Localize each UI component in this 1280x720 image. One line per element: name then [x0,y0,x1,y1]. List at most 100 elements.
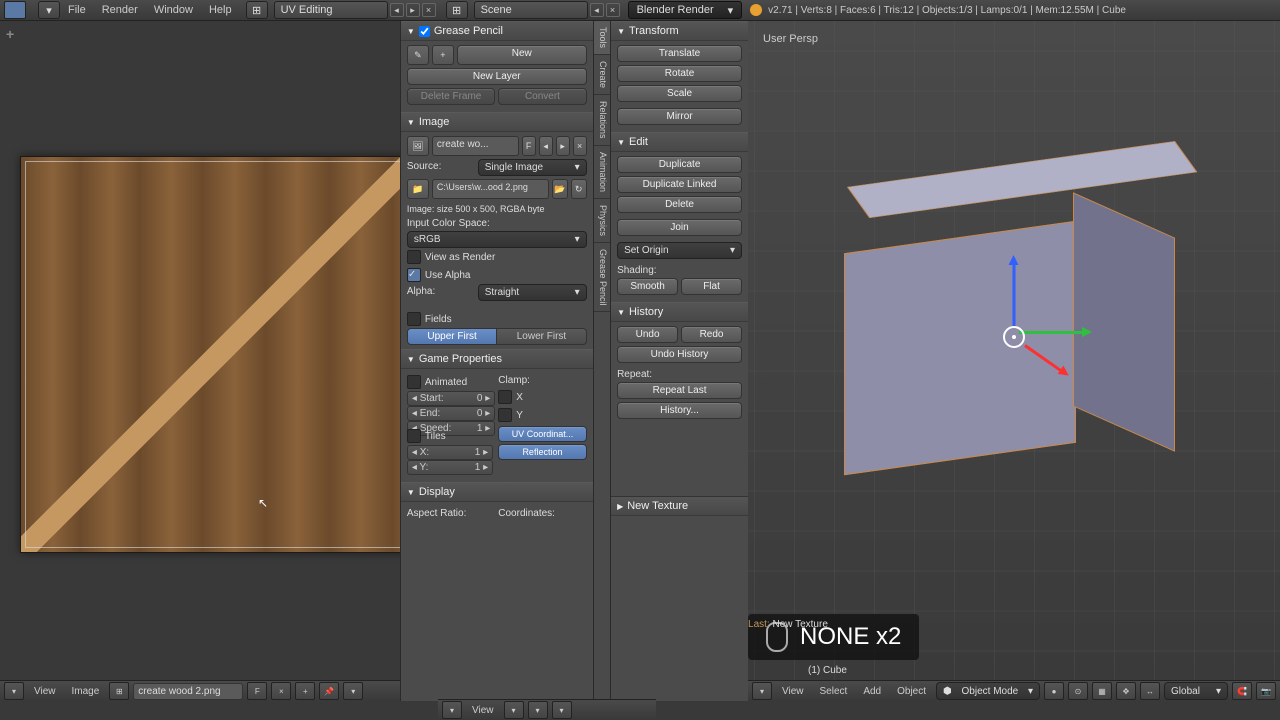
fields-order-toggle[interactable]: Upper FirstLower First [407,328,587,345]
gp-new-layer-button[interactable]: New Layer [407,68,587,85]
menu-window[interactable]: Window [146,4,201,16]
tiles-checkbox[interactable]: Tiles [407,427,493,445]
scene-prev-button[interactable]: ◂ [590,3,604,17]
gp-add-icon[interactable]: + [432,45,454,65]
image-browse-button[interactable]: ⊞ [109,682,129,700]
shading-sphere-icon[interactable]: ● [1044,682,1064,700]
image-f-button[interactable]: F [522,136,536,156]
tab-physics[interactable]: Physics [594,199,610,243]
image-close-button[interactable]: × [573,136,587,156]
layout-close-button[interactable]: × [422,3,436,17]
new-image-button[interactable]: + [295,682,315,700]
animated-checkbox[interactable]: Animated [407,373,495,391]
delete-button[interactable]: Delete [617,196,742,213]
duplicate-button[interactable]: Duplicate [617,156,742,173]
panel-header-image[interactable]: ▼Image [401,112,593,132]
pin-image-button[interactable]: 📌 [319,682,339,700]
layout-browse-button[interactable]: ⊞ [246,1,268,19]
alt-icon3[interactable]: ▾ [552,701,572,719]
redo-button[interactable]: Redo [681,326,742,343]
tab-animation[interactable]: Animation [594,146,610,199]
view3d-alt-icon[interactable]: ▾ [442,701,462,719]
image-name-input[interactable]: create wo... [432,136,519,156]
panel-header-edit[interactable]: ▼Edit [611,132,748,152]
clamp-y-checkbox[interactable]: Y [498,406,586,424]
colorspace-dropdown[interactable]: sRGB▾ [407,231,587,248]
gp-new-button[interactable]: New [457,45,587,65]
render-icon[interactable]: 📷 [1256,682,1276,700]
pivot-icon[interactable]: ⊙ [1068,682,1088,700]
v3d-menu-object[interactable]: Object [891,686,932,697]
tab-create[interactable]: Create [594,55,610,95]
filepath-browse-button[interactable]: 📂 [552,179,568,199]
tab-relations[interactable]: Relations [594,95,610,146]
tab-grease-pencil[interactable]: Grease Pencil [594,243,610,313]
scene-close-button[interactable]: × [606,3,620,17]
undo-history-button[interactable]: Undo History [617,346,742,363]
uv-menu-image[interactable]: Image [66,686,106,697]
panel-header-transform[interactable]: ▼Transform [611,21,748,41]
join-button[interactable]: Join [617,219,742,236]
translate-button[interactable]: Translate [617,45,742,62]
menu-help[interactable]: Help [201,4,240,16]
mirror-button[interactable]: Mirror [617,108,742,125]
gp-draw-icon[interactable]: ✎ [407,45,429,65]
uv-image-viewport[interactable]: + ↖ [0,21,400,680]
uv-editor-type-icon[interactable]: ▾ [4,682,24,700]
set-origin-dropdown[interactable]: Set Origin▾ [617,242,742,259]
panel-header-display[interactable]: ▼Display [401,482,593,502]
alpha-dropdown[interactable]: Straight▾ [478,284,587,301]
scale-button[interactable]: Scale [617,85,742,102]
clamp-x-checkbox[interactable]: X [498,388,586,406]
panel-header-grease-pencil[interactable]: ▼Grease Pencil [401,21,593,41]
undo-button[interactable]: Undo [617,326,678,343]
snap-icon[interactable]: 🧲 [1232,682,1252,700]
manipulator-translate-icon[interactable]: ↔ [1140,682,1160,700]
layout-next-button[interactable]: ▸ [406,3,420,17]
reflection-button[interactable]: Reflection [498,444,586,460]
flat-button[interactable]: Flat [681,278,742,295]
fields-checkbox[interactable]: Fields [407,310,587,328]
alt-icon1[interactable]: ▾ [504,701,524,719]
tab-tools[interactable]: Tools [594,21,610,55]
alt-icon2[interactable]: ▾ [528,701,548,719]
duplicate-linked-button[interactable]: Duplicate Linked [617,176,742,193]
rotate-button[interactable]: Rotate [617,65,742,82]
alt-menu-view[interactable]: View [466,705,500,716]
repeat-last-button[interactable]: Repeat Last [617,382,742,399]
view3d-editor-type-icon[interactable]: ▾ [752,682,772,700]
view-as-render-checkbox[interactable]: View as Render [407,248,587,266]
use-alpha-checkbox[interactable]: ✓Use Alpha [407,266,587,284]
tiles-x-field[interactable]: ◂ X:1 ▸ [407,445,493,460]
history-button[interactable]: History... [617,402,742,419]
image-nav2-button[interactable]: ▸ [556,136,570,156]
v3d-menu-add[interactable]: Add [857,686,887,697]
uv-coord-button[interactable]: UV Coordinat... [498,426,586,442]
viewport-3d[interactable]: User Persp NONE x2 Last: New Texture (1)… [748,21,1280,680]
image-name-field[interactable]: create wood 2.png [133,683,243,700]
v3d-menu-select[interactable]: Select [814,686,854,697]
source-dropdown[interactable]: Single Image▾ [478,159,587,176]
filepath-icon[interactable]: 📁 [407,179,429,199]
anim-start-field[interactable]: ◂ Start:0 ▸ [407,391,495,406]
scene-browse-button[interactable]: ⊞ [446,1,468,19]
orientation-dropdown[interactable]: Global▾ [1164,682,1228,700]
editor-type-dropdown[interactable]: ▾ [38,1,60,19]
uv-menu-view[interactable]: View [28,686,62,697]
unlink-image-button[interactable]: × [271,682,291,700]
filepath-input[interactable]: C:\Users\w...ood 2.png [432,179,549,199]
render-engine-dropdown[interactable]: Blender Render▾ [628,1,743,19]
layout-prev-button[interactable]: ◂ [390,3,404,17]
panel-header-game[interactable]: ▼Game Properties [401,349,593,369]
image-datablock-icon[interactable]: 🖼 [407,136,429,156]
smooth-button[interactable]: Smooth [617,278,678,295]
image-nav1-button[interactable]: ◂ [539,136,553,156]
v3d-menu-view[interactable]: View [776,686,810,697]
panel-header-history[interactable]: ▼History [611,302,748,322]
fake-user-button[interactable]: F [247,682,267,700]
anim-end-field[interactable]: ◂ End:0 ▸ [407,406,495,421]
manipulator-toggle[interactable]: ✥ [1116,682,1136,700]
toggle-toolbar-icon[interactable]: + [6,26,14,42]
menu-render[interactable]: Render [94,4,146,16]
gizmo-z-axis[interactable] [1013,258,1016,328]
